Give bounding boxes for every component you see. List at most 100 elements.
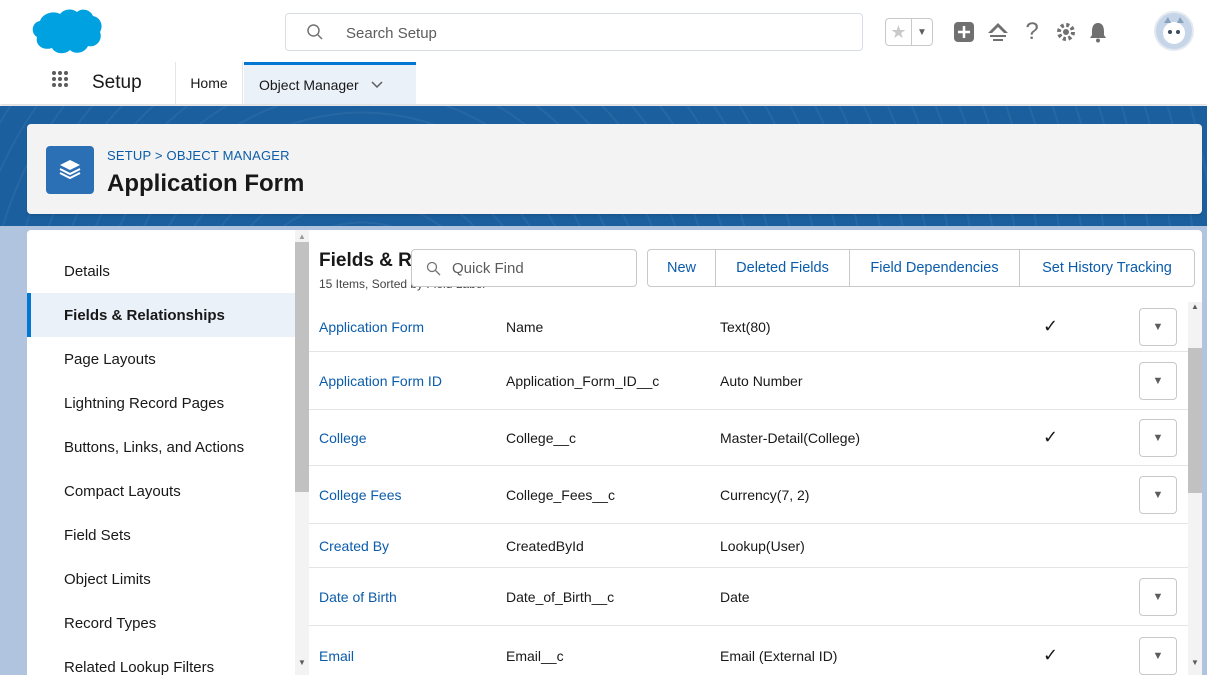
scroll-down-arrow-icon[interactable]: ▼ bbox=[298, 658, 306, 667]
row-action-cell: ▼ bbox=[1139, 466, 1177, 523]
field-data-type: Text(80) bbox=[720, 318, 771, 335]
row-action-cell: ▼ bbox=[1139, 302, 1177, 351]
field-data-type: Lookup(User) bbox=[720, 537, 805, 554]
favorites-dropdown-icon[interactable]: ▼ bbox=[912, 19, 932, 45]
sidebar-item-field-sets[interactable]: Field Sets bbox=[27, 513, 295, 557]
app-launcher-icon[interactable] bbox=[52, 71, 68, 87]
tab-object-manager[interactable]: Object Manager bbox=[244, 62, 416, 104]
table-row: Application Form ID Application_Form_ID_… bbox=[309, 352, 1188, 410]
sidebar-item-label: Field Sets bbox=[64, 526, 131, 544]
tab-home-label: Home bbox=[190, 75, 228, 91]
context-bar: Setup Home Object Manager bbox=[0, 62, 1207, 104]
table-row: Created By CreatedById Lookup(User) bbox=[309, 524, 1188, 568]
field-api-name: College_Fees__c bbox=[506, 486, 615, 503]
indexed-check-icon: ✓ bbox=[1043, 316, 1059, 336]
field-data-type: Date bbox=[720, 588, 750, 605]
quick-find-placeholder: Quick Find bbox=[452, 260, 524, 277]
field-api-name: CreatedById bbox=[506, 537, 584, 554]
row-menu-dropdown-icon[interactable]: ▼ bbox=[1139, 577, 1177, 616]
sidebar-scroll-thumb[interactable] bbox=[295, 242, 309, 492]
sidebar-item-label: Buttons, Links, and Actions bbox=[64, 438, 245, 456]
sidebar-item-label: Lightning Record Pages bbox=[64, 394, 225, 412]
search-icon bbox=[426, 261, 441, 276]
table-row: Application Form Name Text(80) ✓ ▼ bbox=[309, 302, 1188, 352]
table-row: Email Email__c Email (External ID) ✓ ▼ bbox=[309, 626, 1188, 675]
fields-content: Fields & R 15 Items, Sorted by Field Lab… bbox=[309, 230, 1202, 675]
sidebar-scrollbar[interactable]: ▲ ▼ bbox=[295, 230, 309, 675]
field-api-name: Date_of_Birth__c bbox=[506, 588, 615, 605]
breadcrumb[interactable]: SETUP > OBJECT MANAGER bbox=[107, 148, 290, 163]
row-action-cell: ▼ bbox=[1139, 568, 1177, 625]
fields-button-group: New Deleted Fields Field Dependencies Se… bbox=[647, 249, 1195, 287]
setup-gear-icon[interactable] bbox=[1054, 20, 1078, 44]
field-api-name: Name bbox=[506, 318, 544, 335]
field-label-link[interactable]: Email bbox=[319, 626, 354, 675]
table-row: College Fees College_Fees__c Currency(7,… bbox=[309, 466, 1188, 524]
row-action-cell: ▼ bbox=[1139, 626, 1177, 675]
field-label-link[interactable]: College bbox=[319, 410, 366, 465]
favorite-star-icon[interactable]: ★ bbox=[886, 19, 912, 45]
deleted-fields-button[interactable]: Deleted Fields bbox=[716, 250, 850, 286]
global-search-box[interactable]: Search Setup bbox=[285, 13, 863, 51]
sidebar-item-label: Fields & Relationships bbox=[64, 306, 225, 324]
new-button[interactable]: New bbox=[648, 250, 716, 286]
global-actions-icon[interactable] bbox=[952, 20, 976, 44]
section-title: Fields & R bbox=[319, 250, 412, 271]
field-dependencies-button[interactable]: Field Dependencies bbox=[850, 250, 1020, 286]
sidebar-item-page-layouts[interactable]: Page Layouts bbox=[27, 337, 295, 381]
row-menu-dropdown-icon[interactable]: ▼ bbox=[1139, 475, 1177, 514]
tab-home[interactable]: Home bbox=[175, 62, 243, 104]
sidebar-item-fields-relationships[interactable]: Fields & Relationships bbox=[27, 293, 295, 337]
row-menu-dropdown-icon[interactable]: ▼ bbox=[1139, 307, 1177, 346]
field-label-link[interactable]: Created By bbox=[319, 524, 389, 567]
chevron-down-icon[interactable] bbox=[371, 78, 383, 92]
sidebar-item-label: Record Types bbox=[64, 614, 157, 632]
sidebar-item-label: Details bbox=[64, 262, 110, 280]
sidebar-item-label: Related Lookup Filters bbox=[64, 658, 215, 675]
field-label-link[interactable]: Application Form bbox=[319, 302, 424, 351]
salesforce-logo[interactable] bbox=[30, 8, 102, 56]
app-name: Setup bbox=[92, 72, 142, 93]
trailhead-icon[interactable] bbox=[986, 20, 1010, 44]
scroll-down-arrow-icon[interactable]: ▼ bbox=[1191, 658, 1199, 667]
field-label-link[interactable]: Application Form ID bbox=[319, 352, 442, 409]
table-row: Date of Birth Date_of_Birth__c Date ▼ bbox=[309, 568, 1188, 626]
main-card: Details Fields & Relationships Page Layo… bbox=[27, 230, 1202, 675]
scroll-up-arrow-icon[interactable]: ▲ bbox=[1191, 302, 1199, 311]
row-menu-dropdown-icon[interactable]: ▼ bbox=[1139, 418, 1177, 457]
set-history-tracking-button[interactable]: Set History Tracking bbox=[1020, 250, 1194, 286]
help-icon[interactable]: ? bbox=[1020, 18, 1044, 45]
field-data-type: Auto Number bbox=[720, 372, 803, 389]
sidebar-item-details[interactable]: Details bbox=[27, 249, 295, 293]
sidebar-item-label: Compact Layouts bbox=[64, 482, 181, 500]
sidebar-item-lightning-record-pages[interactable]: Lightning Record Pages bbox=[27, 381, 295, 425]
table-scroll-thumb[interactable] bbox=[1188, 348, 1202, 493]
table-scrollbar[interactable]: ▲ ▼ bbox=[1188, 302, 1202, 675]
favorites-group: ★ ▼ bbox=[885, 18, 933, 46]
sidebar-item-related-lookup-filters[interactable]: Related Lookup Filters bbox=[27, 645, 295, 675]
row-menu-dropdown-icon[interactable]: ▼ bbox=[1139, 636, 1177, 675]
object-layers-icon bbox=[46, 146, 94, 194]
field-label-link[interactable]: College Fees bbox=[319, 466, 402, 523]
sidebar-item-label: Page Layouts bbox=[64, 350, 156, 368]
quick-find-input[interactable]: Quick Find bbox=[411, 249, 637, 287]
sidebar-item-buttons-links-actions[interactable]: Buttons, Links, and Actions bbox=[27, 425, 295, 469]
indexed-check-icon: ✓ bbox=[1043, 427, 1059, 447]
avatar[interactable] bbox=[1154, 11, 1194, 51]
fields-table: Application Form Name Text(80) ✓ ▼ Appli… bbox=[309, 302, 1202, 675]
table-row: College College__c Master-Detail(College… bbox=[309, 410, 1188, 466]
row-action-cell: ▼ bbox=[1139, 352, 1177, 409]
scroll-up-arrow-icon[interactable]: ▲ bbox=[298, 232, 306, 241]
object-manager-sidebar: Details Fields & Relationships Page Layo… bbox=[27, 249, 295, 675]
field-api-name: Application_Form_ID__c bbox=[506, 372, 660, 389]
tab-object-manager-label: Object Manager bbox=[259, 76, 359, 93]
field-data-type: Master-Detail(College) bbox=[720, 429, 861, 446]
sidebar-item-compact-layouts[interactable]: Compact Layouts bbox=[27, 469, 295, 513]
field-label-link[interactable]: Date of Birth bbox=[319, 568, 397, 625]
search-placeholder: Search Setup bbox=[346, 25, 437, 42]
notifications-bell-icon[interactable] bbox=[1086, 20, 1110, 44]
sidebar-item-record-types[interactable]: Record Types bbox=[27, 601, 295, 645]
row-menu-dropdown-icon[interactable]: ▼ bbox=[1139, 361, 1177, 400]
indexed-check-icon: ✓ bbox=[1043, 645, 1059, 665]
sidebar-item-object-limits[interactable]: Object Limits bbox=[27, 557, 295, 601]
